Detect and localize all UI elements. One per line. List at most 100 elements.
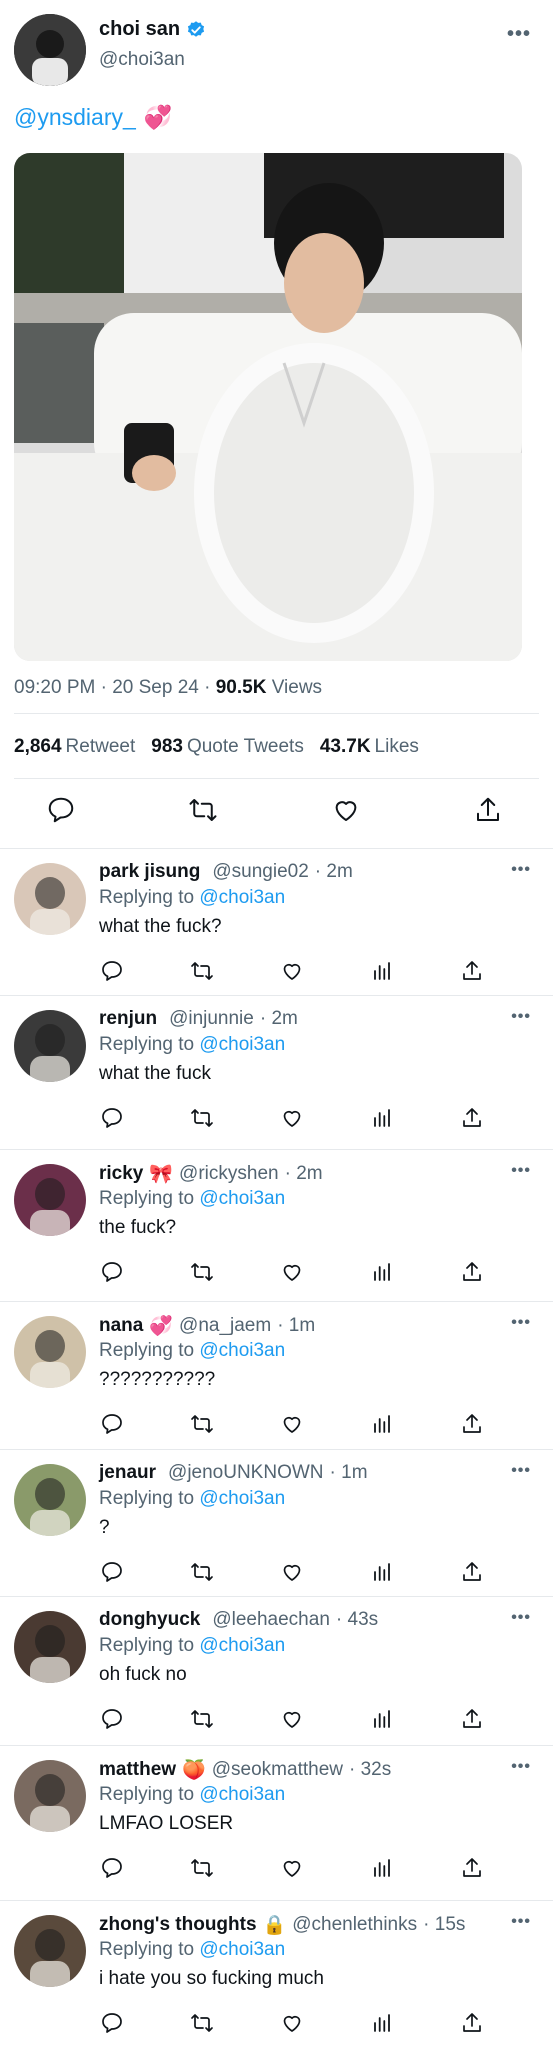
- avatar[interactable]: [14, 863, 86, 935]
- retweet-icon[interactable]: [190, 1412, 216, 1438]
- retweet-icon[interactable]: [188, 795, 222, 829]
- author-handle[interactable]: @choi3an: [99, 49, 185, 71]
- retweet-icon[interactable]: [190, 1106, 216, 1132]
- replying-mention[interactable]: @choi3an: [199, 1034, 285, 1055]
- reply-icon[interactable]: [100, 959, 126, 985]
- display-name[interactable]: donghyuck: [99, 1609, 200, 1631]
- reply-tweet[interactable]: matthew 🍑 @seokmatthew · 32s ••• Replyin…: [0, 1745, 553, 1900]
- display-name[interactable]: park jisung: [99, 861, 200, 883]
- replying-mention[interactable]: @choi3an: [199, 887, 285, 908]
- tweet-photo[interactable]: [14, 153, 522, 661]
- tweet-timestamp[interactable]: 09:20 PM · 20 Sep 24 ·: [14, 677, 216, 698]
- more-options-icon[interactable]: •••: [507, 23, 531, 46]
- share-icon[interactable]: [460, 2011, 486, 2037]
- retweet-icon[interactable]: [190, 1707, 216, 1733]
- reply-tweet[interactable]: renjun @injunnie · 2m ••• Replying to @c…: [0, 995, 553, 1149]
- handle[interactable]: @sungie02: [212, 861, 308, 883]
- reply-tweet[interactable]: nana 💞 @na_jaem · 1m ••• Replying to @ch…: [0, 1301, 553, 1449]
- display-name[interactable]: nana: [99, 1315, 143, 1337]
- views-icon[interactable]: [370, 1412, 396, 1438]
- more-options-icon[interactable]: •••: [511, 1758, 531, 1776]
- reply-tweet[interactable]: ricky 🎀 @rickyshen · 2m ••• Replying to …: [0, 1149, 553, 1301]
- reply-icon[interactable]: [100, 2011, 126, 2037]
- views-icon[interactable]: [370, 1856, 396, 1882]
- like-icon[interactable]: [280, 1560, 306, 1586]
- replying-mention[interactable]: @choi3an: [199, 1488, 285, 1509]
- replying-mention[interactable]: @choi3an: [199, 1635, 285, 1656]
- avatar[interactable]: [14, 1010, 86, 1082]
- reply-icon[interactable]: [100, 1560, 126, 1586]
- likes-stat[interactable]: 43.7K Likes: [320, 736, 419, 758]
- timestamp[interactable]: · 43s: [336, 1609, 378, 1631]
- avatar[interactable]: [14, 1164, 86, 1236]
- timestamp[interactable]: · 2m: [260, 1008, 298, 1030]
- like-icon[interactable]: [280, 1260, 306, 1286]
- like-icon[interactable]: [280, 959, 306, 985]
- avatar[interactable]: [14, 1760, 86, 1832]
- replying-mention[interactable]: @choi3an: [199, 1188, 285, 1209]
- reply-tweet[interactable]: jenaur @jenoUNKNOWN · 1m ••• Replying to…: [0, 1449, 553, 1596]
- reply-icon[interactable]: [100, 1260, 126, 1286]
- share-icon[interactable]: [460, 1560, 486, 1586]
- like-icon[interactable]: [280, 1412, 306, 1438]
- handle[interactable]: @na_jaem: [179, 1315, 271, 1337]
- avatar[interactable]: [14, 1611, 86, 1683]
- like-icon[interactable]: [331, 795, 365, 829]
- author-avatar[interactable]: [14, 14, 86, 86]
- display-name[interactable]: ricky: [99, 1163, 143, 1185]
- reply-tweet[interactable]: park jisung @sungie02 · 2m ••• Replying …: [0, 848, 553, 995]
- mention-link[interactable]: @ynsdiary_: [14, 104, 136, 131]
- like-icon[interactable]: [280, 1707, 306, 1733]
- views-icon[interactable]: [370, 959, 396, 985]
- replying-mention[interactable]: @choi3an: [199, 1784, 285, 1805]
- avatar[interactable]: [14, 1915, 86, 1987]
- reply-icon[interactable]: [100, 1412, 126, 1438]
- share-icon[interactable]: [460, 959, 486, 985]
- like-icon[interactable]: [280, 2011, 306, 2037]
- replying-mention[interactable]: @choi3an: [199, 1340, 285, 1361]
- reply-icon[interactable]: [100, 1106, 126, 1132]
- handle[interactable]: @chenlethinks: [292, 1914, 417, 1936]
- reply-tweet[interactable]: zhong's thoughts 🔒 @chenlethinks · 15s •…: [0, 1900, 553, 2048]
- handle[interactable]: @injunnie: [169, 1008, 254, 1030]
- more-options-icon[interactable]: •••: [511, 1462, 531, 1480]
- handle[interactable]: @jenoUNKNOWN: [168, 1462, 323, 1484]
- timestamp[interactable]: · 1m: [330, 1462, 368, 1484]
- reply-icon[interactable]: [100, 1856, 126, 1882]
- retweet-icon[interactable]: [190, 2011, 216, 2037]
- share-icon[interactable]: [473, 795, 507, 829]
- views-icon[interactable]: [370, 1106, 396, 1132]
- timestamp[interactable]: · 15s: [423, 1914, 465, 1936]
- display-name[interactable]: jenaur: [99, 1462, 156, 1484]
- more-options-icon[interactable]: •••: [511, 861, 531, 879]
- views-icon[interactable]: [370, 1707, 396, 1733]
- retweet-icon[interactable]: [190, 959, 216, 985]
- share-icon[interactable]: [460, 1412, 486, 1438]
- reply-tweet[interactable]: donghyuck @leehaechan · 43s ••• Replying…: [0, 1596, 553, 1745]
- more-options-icon[interactable]: •••: [511, 1609, 531, 1627]
- avatar[interactable]: [14, 1464, 86, 1536]
- avatar[interactable]: [14, 1316, 86, 1388]
- share-icon[interactable]: [460, 1106, 486, 1132]
- like-icon[interactable]: [280, 1106, 306, 1132]
- reply-icon[interactable]: [100, 1707, 126, 1733]
- display-name[interactable]: renjun: [99, 1008, 157, 1030]
- more-options-icon[interactable]: •••: [511, 1008, 531, 1026]
- share-icon[interactable]: [460, 1260, 486, 1286]
- retweet-icon[interactable]: [190, 1260, 216, 1286]
- display-name[interactable]: matthew: [99, 1759, 176, 1781]
- more-options-icon[interactable]: •••: [511, 1314, 531, 1332]
- like-icon[interactable]: [280, 1856, 306, 1882]
- author-name-row[interactable]: choi san: [99, 18, 206, 41]
- more-options-icon[interactable]: •••: [511, 1913, 531, 1931]
- timestamp[interactable]: · 2m: [285, 1163, 323, 1185]
- replying-mention[interactable]: @choi3an: [199, 1939, 285, 1960]
- quote-stat[interactable]: 983 Quote Tweets: [151, 736, 304, 758]
- display-name[interactable]: zhong's thoughts: [99, 1914, 257, 1936]
- share-icon[interactable]: [460, 1856, 486, 1882]
- timestamp[interactable]: · 32s: [349, 1759, 391, 1781]
- timestamp[interactable]: · 2m: [315, 861, 353, 883]
- views-icon[interactable]: [370, 1260, 396, 1286]
- reply-icon[interactable]: [46, 795, 80, 829]
- views-icon[interactable]: [370, 2011, 396, 2037]
